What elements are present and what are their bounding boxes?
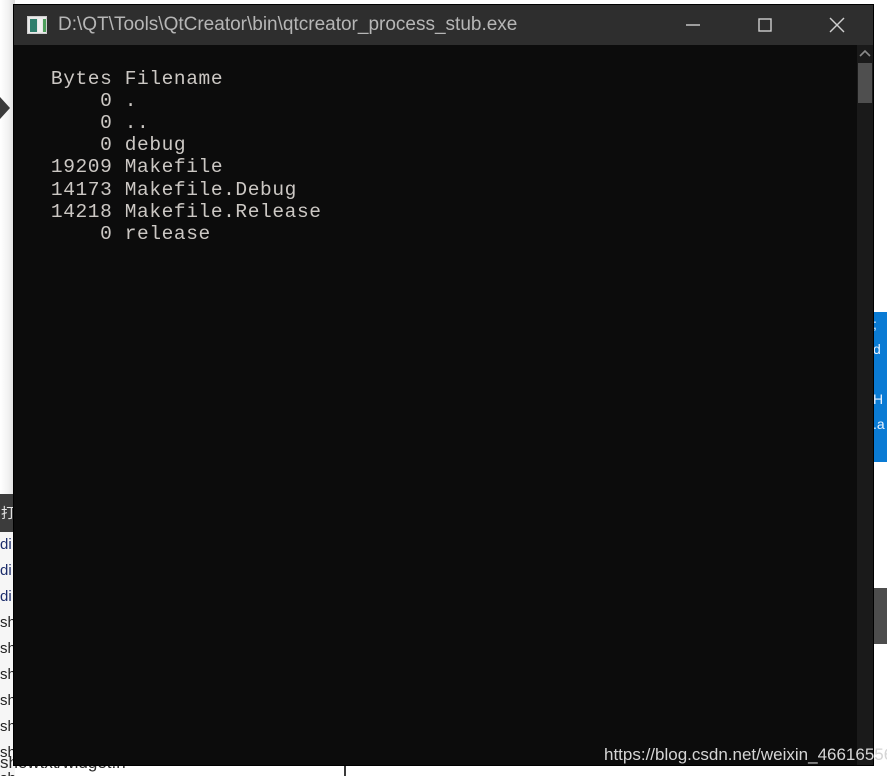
list-item[interactable]: d: [872, 337, 887, 362]
screen: 打 di di di sh sh sh sh sh sh sh showtxt/…: [0, 0, 887, 776]
console-output-area[interactable]: Bytes Filename 0 . 0 .. 0 debug 19209 Ma…: [14, 45, 873, 765]
list-item[interactable]: [872, 437, 887, 462]
console-scrollbar-thumb[interactable]: [858, 63, 872, 103]
left-panel-file-list[interactable]: di di di sh sh sh sh sh sh sh: [0, 532, 15, 776]
window-controls: [657, 5, 873, 45]
list-item[interactable]: .a: [872, 412, 887, 437]
list-item[interactable]: H: [872, 387, 887, 412]
right-editor-scrollbar-thumb[interactable]: [872, 588, 887, 644]
minimize-button[interactable]: [657, 5, 729, 45]
window-titlebar[interactable]: D:\QT\Tools\QtCreator\bin\qtcreator_proc…: [14, 5, 873, 45]
left-panel-header: 打: [0, 494, 15, 532]
watermark-url: https://blog.csdn.net/weixin_46616556: [604, 745, 887, 764]
close-button[interactable]: [801, 5, 873, 45]
console-text: Bytes Filename 0 . 0 .. 0 debug 19209 Ma…: [50, 67, 322, 245]
list-item[interactable]: di: [0, 558, 15, 584]
chevron-up-icon[interactable]: [857, 45, 873, 62]
list-item[interactable]: sh: [0, 610, 15, 636]
maximize-button[interactable]: [729, 5, 801, 45]
list-item[interactable]: sh: [0, 688, 15, 714]
list-item[interactable]: ;: [872, 312, 887, 337]
console-window: D:\QT\Tools\QtCreator\bin\qtcreator_proc…: [14, 5, 873, 765]
right-editor-selected-rows[interactable]: ; d H .a: [872, 312, 887, 462]
list-item[interactable]: di: [0, 584, 15, 610]
list-item[interactable]: sh: [0, 714, 15, 740]
list-item[interactable]: di: [0, 532, 15, 558]
window-title: D:\QT\Tools\QtCreator\bin\qtcreator_proc…: [58, 14, 518, 35]
list-item[interactable]: sh: [0, 662, 15, 688]
console-app-icon: [27, 16, 47, 34]
left-collapse-arrow-icon[interactable]: [0, 97, 10, 119]
console-scrollbar[interactable]: [857, 45, 873, 765]
list-item[interactable]: sh: [0, 636, 15, 662]
list-item[interactable]: [872, 362, 887, 387]
